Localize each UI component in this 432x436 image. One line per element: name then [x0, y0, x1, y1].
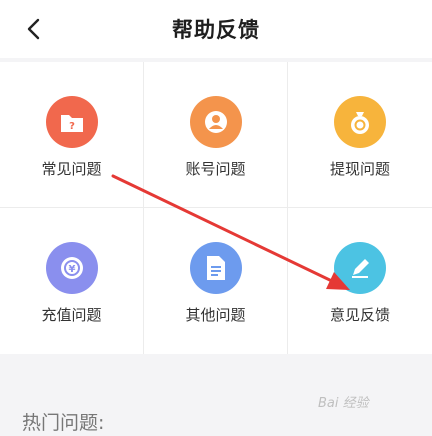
page-title: 帮助反馈: [172, 18, 260, 42]
category-feedback[interactable]: 意见反馈: [288, 208, 432, 354]
category-other-questions[interactable]: 其他问题: [144, 208, 288, 354]
category-label: 常见问题: [41, 160, 102, 178]
svg-text:?: ?: [69, 121, 75, 132]
category-label: 提现问题: [329, 160, 390, 178]
question-folder-icon: ?: [45, 96, 98, 148]
category-label: 账号问题: [185, 160, 246, 178]
chevron-left-icon: [27, 18, 40, 40]
svg-text:¥: ¥: [68, 264, 75, 275]
category-account-questions[interactable]: 账号问题: [144, 62, 288, 208]
category-recharge-questions[interactable]: ¥ 充值问题: [0, 208, 144, 354]
edit-pen-icon: [334, 242, 386, 294]
category-common-questions[interactable]: ? 常见问题: [0, 62, 144, 208]
user-icon: [189, 96, 242, 148]
app-header: 帮助反馈: [0, 0, 432, 58]
back-button[interactable]: [18, 13, 50, 45]
category-label: 其他问题: [185, 306, 246, 324]
document-icon: [189, 242, 242, 294]
category-withdraw-questions[interactable]: 提现问题: [288, 62, 432, 208]
hot-questions-title: 热门问题:: [22, 412, 105, 434]
category-label: 意见反馈: [329, 306, 390, 324]
watermark: Bai 经验: [318, 396, 369, 411]
category-label: 充值问题: [41, 306, 102, 324]
coin-icon: ¥: [45, 242, 98, 294]
help-category-grid: ? 常见问题 账号问题 提现问题 ¥ 充值问题 其他问题 意见反馈: [0, 62, 432, 354]
money-bag-icon: [334, 96, 386, 148]
